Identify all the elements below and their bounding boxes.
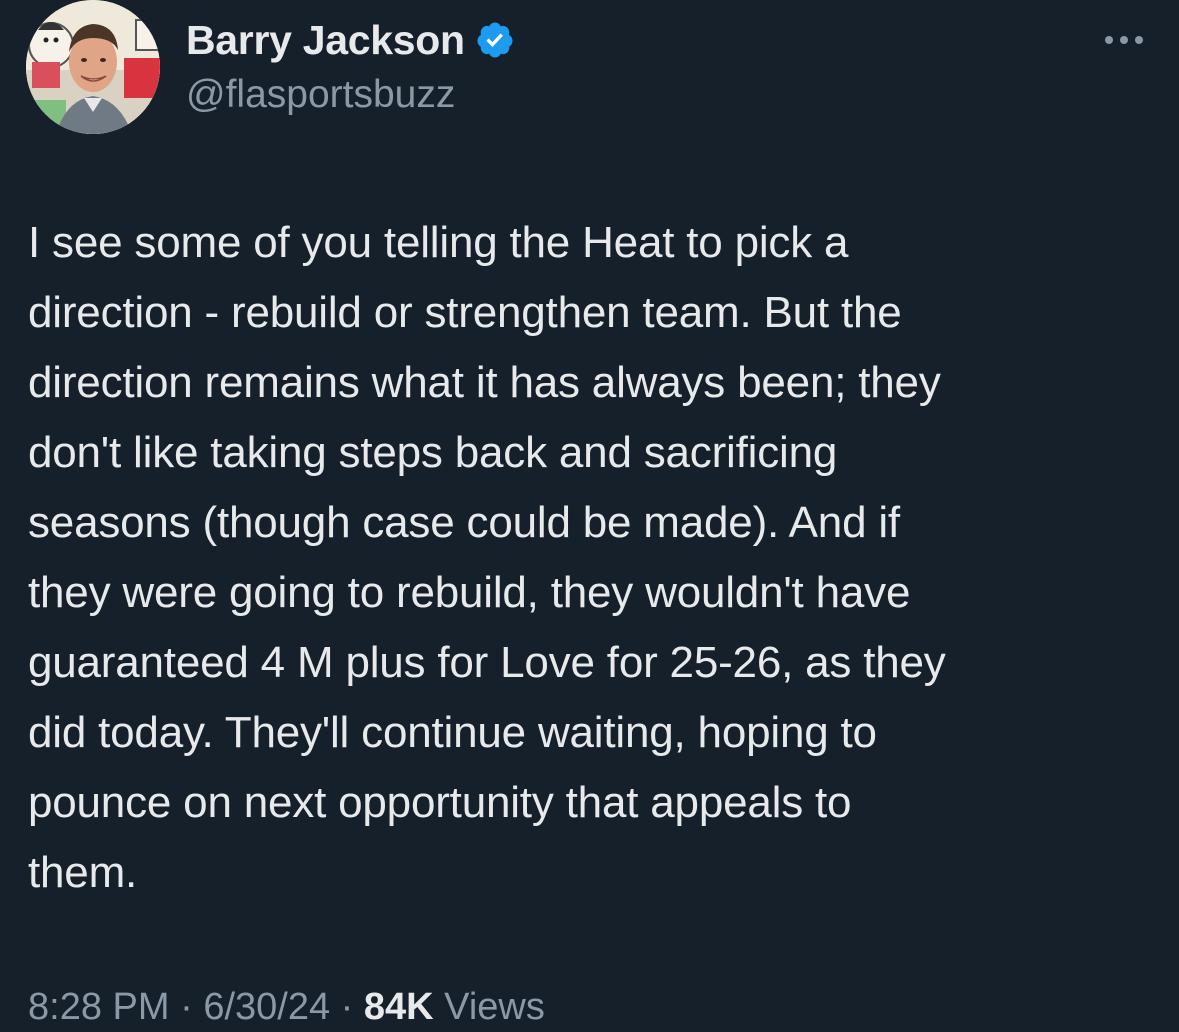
more-options-icon[interactable] xyxy=(1099,22,1149,58)
verified-badge-icon[interactable] xyxy=(475,20,515,60)
author-name-row: Barry Jackson xyxy=(186,14,515,66)
meta-separator: · xyxy=(330,986,364,1028)
author-handle[interactable]: @flasportsbuzz xyxy=(186,70,455,120)
meta-separator: · xyxy=(169,986,204,1028)
tweet-text: I see some of you telling the Heat to pi… xyxy=(28,218,946,897)
author-display-name[interactable]: Barry Jackson xyxy=(186,14,465,66)
tweet-date[interactable]: 6/30/24 xyxy=(203,986,330,1028)
tweet-metadata: 8:28 PM · 6/30/24 · 84K Views xyxy=(28,982,545,1032)
views-count[interactable]: 84K xyxy=(364,986,434,1028)
author-avatar[interactable] xyxy=(26,0,160,134)
tweet-card: Barry Jackson @flasportsbuzz I see some … xyxy=(0,0,1179,1028)
views-label: Views xyxy=(444,986,545,1028)
tweet-time[interactable]: 8:28 PM xyxy=(28,986,170,1028)
avatar-image xyxy=(26,0,160,134)
